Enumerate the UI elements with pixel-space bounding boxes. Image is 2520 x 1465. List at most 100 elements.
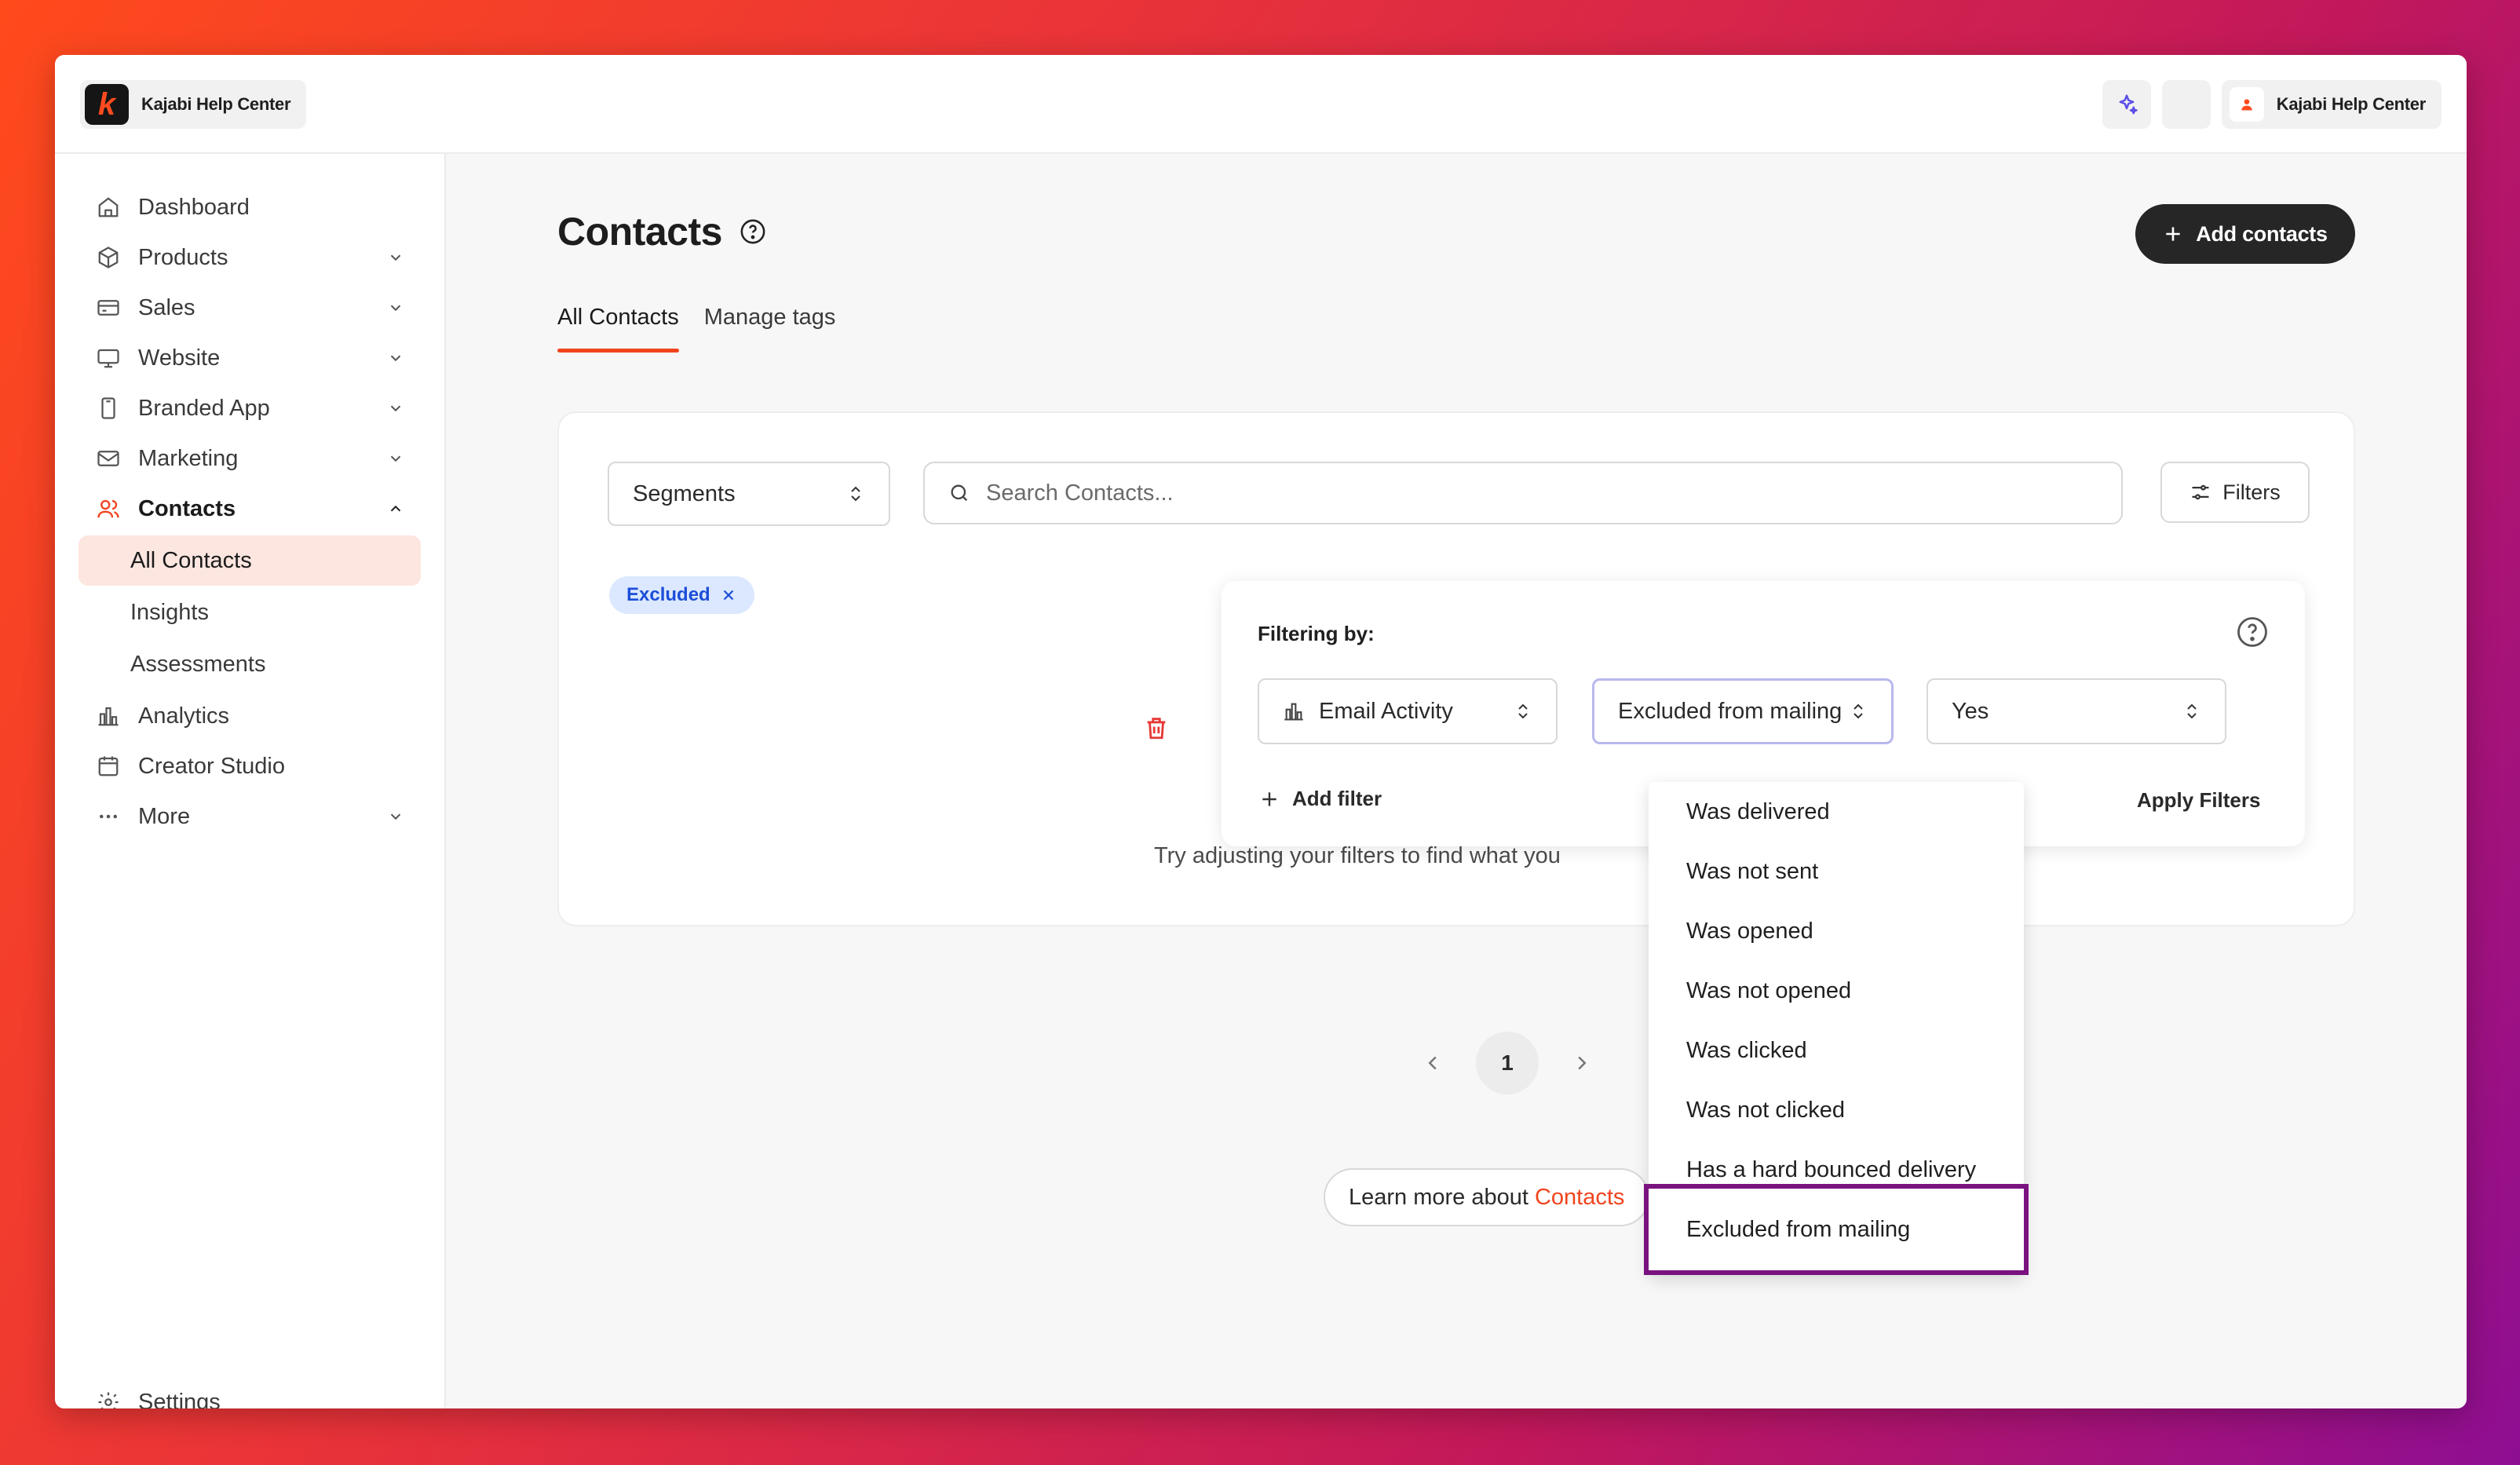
sidebar-item-settings[interactable]: Settings: [79, 1377, 421, 1408]
dropdown-option[interactable]: Has a hard bounced delivery: [1649, 1140, 2024, 1200]
mail-icon: [93, 443, 124, 474]
sidebar-subitem-insights[interactable]: Insights: [79, 587, 421, 638]
add-contacts-button[interactable]: Add contacts: [2135, 204, 2355, 264]
filter-condition-value: Excluded from mailing: [1618, 698, 1843, 724]
filter-field-select[interactable]: Email Activity: [1258, 678, 1558, 744]
filter-field-value: Email Activity: [1319, 698, 1453, 724]
sidebar-item-label: Insights: [130, 599, 209, 625]
search-icon: [951, 484, 968, 502]
add-filter-button[interactable]: Add filter: [1259, 787, 1382, 811]
chart-icon: [93, 700, 124, 732]
dropdown-option[interactable]: Was not clicked: [1649, 1080, 2024, 1140]
chevron-down-icon: [382, 444, 410, 473]
sidebar: Dashboard Products Sales Website Branded…: [55, 154, 446, 1408]
top-actions: Kajabi Help Center: [2102, 80, 2441, 129]
home-icon: [93, 192, 124, 223]
calendar-icon: [93, 751, 124, 782]
ai-assistant-button[interactable]: [2102, 80, 2151, 129]
search-contacts[interactable]: Search Contacts...: [923, 462, 2123, 524]
sidebar-item-marketing[interactable]: Marketing: [79, 433, 421, 484]
dropdown-option[interactable]: Was clicked: [1649, 1021, 2024, 1080]
sidebar-item-label: Dashboard: [138, 194, 250, 220]
chevron-down-icon: [382, 802, 410, 831]
phone-icon: [93, 393, 124, 424]
chevron-updown-icon: [2187, 703, 2197, 719]
chevron-down-icon: [382, 344, 410, 372]
users-icon: [93, 493, 124, 524]
user-name: Kajabi Help Center: [2276, 94, 2427, 114]
sparkle-icon: [2119, 94, 2138, 115]
sidebar-item-creator-studio[interactable]: Creator Studio: [79, 741, 421, 791]
sidebar-item-analytics[interactable]: Analytics: [79, 691, 421, 741]
chevron-down-icon: [382, 243, 410, 272]
filter-value-select[interactable]: Yes: [1927, 678, 2226, 744]
sidebar-item-label: Website: [138, 345, 221, 371]
sliders-icon: [2192, 484, 2209, 500]
app-window: k Kajabi Help Center Kajabi Help Center …: [55, 55, 2467, 1408]
sidebar-item-label: All Contacts: [130, 547, 252, 573]
add-filter-label: Add filter: [1292, 787, 1382, 810]
empty-state-text: Try adjusting your filters to find what …: [1154, 843, 1561, 868]
page-title: Contacts: [557, 209, 766, 254]
help-circle-icon[interactable]: [2236, 616, 2269, 648]
sidebar-item-label: More: [138, 803, 191, 829]
active-filter-chip: Excluded: [609, 576, 754, 614]
sidebar-item-label: Sales: [138, 294, 195, 320]
sidebar-item-label: Creator Studio: [138, 753, 285, 779]
sidebar-item-label: Assessments: [130, 651, 266, 677]
tab-manage-tags[interactable]: Manage tags: [704, 305, 836, 353]
monitor-icon: [93, 342, 124, 374]
user-menu[interactable]: Kajabi Help Center: [2221, 80, 2441, 129]
sidebar-item-contacts[interactable]: Contacts: [79, 484, 421, 534]
filter-condition-select[interactable]: Excluded from mailing: [1592, 678, 1894, 744]
box-icon: [93, 242, 124, 273]
trash-icon[interactable]: [1143, 714, 1170, 741]
sidebar-item-website[interactable]: Website: [79, 333, 421, 383]
sidebar-item-more[interactable]: More: [79, 791, 421, 842]
dropdown-option[interactable]: Was not sent: [1649, 842, 2024, 901]
filters-button[interactable]: Filters: [2160, 462, 2310, 523]
plus-icon: [1262, 791, 1276, 806]
contacts-link[interactable]: Contacts: [1535, 1185, 1624, 1211]
condition-dropdown: Was delivered Was not sent Was opened Wa…: [1649, 782, 2024, 1275]
chevron-right-icon[interactable]: [1570, 1051, 1594, 1075]
notifications-button[interactable]: [2161, 80, 2211, 129]
dropdown-option-highlighted[interactable]: Excluded from mailing: [1649, 1200, 2024, 1259]
add-contacts-label: Add contacts: [2196, 221, 2328, 246]
sidebar-item-products[interactable]: Products: [79, 232, 421, 283]
page-title-text: Contacts: [557, 210, 722, 254]
filter-panel-title: Filtering by:: [1258, 622, 1375, 645]
search-input[interactable]: Search Contacts...: [986, 480, 1174, 506]
plus-icon: [2166, 227, 2180, 241]
kajabi-logo: k: [85, 84, 129, 125]
sidebar-item-label: Marketing: [138, 445, 239, 471]
sidebar-item-dashboard[interactable]: Dashboard: [79, 182, 421, 232]
pagination: 1: [1421, 1032, 1594, 1094]
close-icon[interactable]: [720, 586, 737, 604]
dropdown-option[interactable]: Was delivered: [1649, 782, 2024, 842]
filter-value-text: Yes: [1952, 698, 1989, 724]
apply-filters-button[interactable]: Apply Filters: [2137, 788, 2260, 813]
tab-all-contacts[interactable]: All Contacts: [557, 305, 679, 353]
filters-label: Filters: [2222, 480, 2281, 504]
person-icon: [2241, 99, 2252, 111]
sidebar-subitem-all-contacts[interactable]: All Contacts: [79, 535, 421, 586]
avatar: [2229, 87, 2264, 122]
chevron-left-icon[interactable]: [1421, 1051, 1444, 1075]
sidebar-item-label: Settings: [138, 1389, 221, 1409]
segments-label: Segments: [633, 480, 736, 506]
sidebar-subitem-assessments[interactable]: Assessments: [79, 639, 421, 689]
help-circle-icon[interactable]: [740, 218, 766, 245]
sidebar-item-sales[interactable]: Sales: [79, 283, 421, 333]
chevron-down-icon: [382, 294, 410, 322]
learn-more-link[interactable]: Learn more about Contacts: [1324, 1168, 1650, 1226]
learn-more-text: Learn more about: [1349, 1184, 1528, 1210]
tabs: All Contacts Manage tags: [557, 305, 835, 353]
site-switcher[interactable]: k Kajabi Help Center: [80, 80, 307, 129]
page-number[interactable]: 1: [1476, 1032, 1539, 1094]
dropdown-option[interactable]: Was opened: [1649, 901, 2024, 961]
chart-icon: [1284, 703, 1303, 721]
dropdown-option[interactable]: Was not opened: [1649, 961, 2024, 1021]
segments-select[interactable]: Segments: [608, 462, 890, 526]
sidebar-item-branded-app[interactable]: Branded App: [79, 383, 421, 433]
